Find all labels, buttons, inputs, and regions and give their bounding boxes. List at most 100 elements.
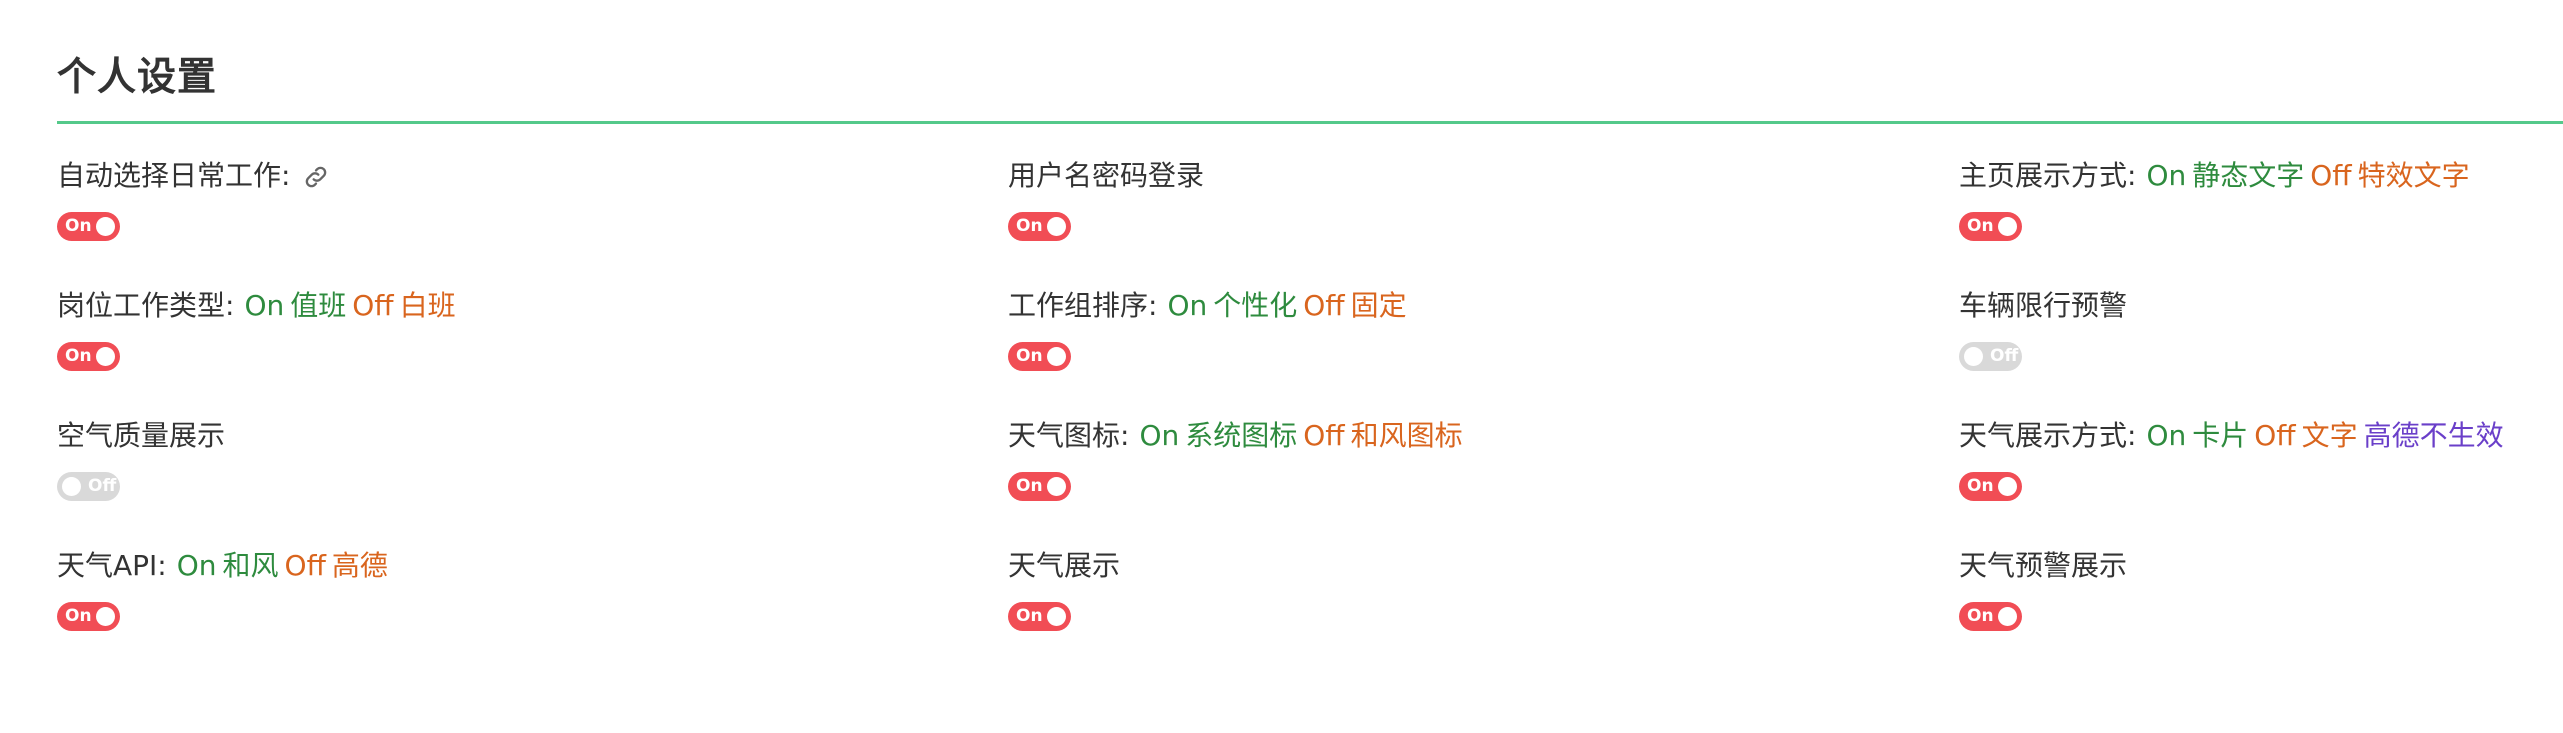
toggle-switch[interactable]: On	[1959, 472, 2022, 501]
toggle-state-text: On	[1016, 606, 1043, 626]
toggle-knob	[1047, 347, 1066, 366]
on-key: On	[176, 549, 217, 582]
setting-name: 天气展示	[1008, 549, 1121, 582]
toggle-knob	[96, 217, 115, 236]
toggle-state-text: On	[1016, 346, 1043, 366]
toggle-knob	[1964, 347, 1983, 366]
on-option-label: 静态文字	[2192, 159, 2305, 192]
setting-auto-select-daily-work: 自动选择日常工作: On	[57, 152, 1008, 282]
on-key: On	[1139, 419, 1180, 452]
setting-vehicle-restriction-alert: 车辆限行预警 Off	[1959, 282, 2563, 412]
toggle-knob	[96, 347, 115, 366]
setting-weather-display: 天气展示 On	[1008, 542, 1959, 672]
toggle-state-text: On	[1967, 216, 1994, 236]
on-option-label: 卡片	[2192, 419, 2249, 452]
setting-label: 主页展示方式: On 静态文字 Off 特效文字	[1959, 156, 2470, 196]
toggle-state-text: On	[65, 216, 92, 236]
off-option-label: 固定	[1350, 289, 1407, 322]
toggle-state-text: On	[65, 606, 92, 626]
toggle-knob	[1047, 477, 1066, 496]
link-icon[interactable]	[302, 162, 330, 190]
off-option-label: 特效文字	[2357, 159, 2470, 192]
setting-name: 用户名密码登录	[1008, 159, 1205, 192]
personal-settings-page: 个人设置 自动选择日常工作: On 用户名密码登录 On 主页展示方式: On …	[0, 0, 2563, 733]
setting-name: 天气预警展示	[1959, 549, 2128, 582]
setting-name: 天气图标:	[1008, 419, 1130, 452]
on-key: On	[244, 289, 285, 322]
setting-label: 空气质量展示	[57, 416, 229, 456]
setting-username-password-login: 用户名密码登录 On	[1008, 152, 1959, 282]
setting-weather-alert-display: 天气预警展示 On	[1959, 542, 2563, 672]
toggle-switch[interactable]: On	[1008, 472, 1071, 501]
off-key: Off	[2254, 419, 2296, 452]
toggle-knob	[1047, 607, 1066, 626]
toggle-knob	[1998, 217, 2017, 236]
setting-label: 岗位工作类型: On 值班 Off 白班	[57, 286, 456, 326]
setting-homepage-display-mode: 主页展示方式: On 静态文字 Off 特效文字 On	[1959, 152, 2563, 282]
toggle-knob	[96, 607, 115, 626]
toggle-switch[interactable]: Off	[1959, 342, 2022, 371]
setting-weather-display-mode: 天气展示方式: On 卡片 Off 文字 高德不生效 On	[1959, 412, 2563, 542]
setting-label: 天气展示	[1008, 546, 1124, 586]
toggle-state-text: Off	[1990, 346, 2019, 366]
toggle-state-text: On	[1967, 606, 1994, 626]
off-option-label: 文字	[2301, 419, 2358, 452]
setting-workgroup-sort: 工作组排序: On 个性化 Off 固定 On	[1008, 282, 1959, 412]
toggle-switch[interactable]: On	[1959, 602, 2022, 631]
off-key: Off	[352, 289, 394, 322]
setting-label: 自动选择日常工作:	[57, 156, 330, 196]
on-option-label: 和风	[222, 549, 279, 582]
on-key: On	[2146, 159, 2187, 192]
setting-label: 天气预警展示	[1959, 546, 2131, 586]
setting-name: 岗位工作类型:	[57, 289, 235, 322]
setting-label: 用户名密码登录	[1008, 156, 1208, 196]
setting-name: 工作组排序:	[1008, 289, 1158, 322]
setting-label: 车辆限行预警	[1959, 286, 2131, 326]
toggle-switch[interactable]: On	[57, 342, 120, 371]
setting-name: 天气API:	[57, 549, 167, 582]
extra-note: 高德不生效	[2363, 419, 2504, 452]
toggle-switch[interactable]: Off	[57, 472, 120, 501]
setting-name: 空气质量展示	[57, 419, 226, 452]
off-key: Off	[1303, 419, 1345, 452]
title-divider	[57, 121, 2563, 124]
toggle-state-text: On	[1016, 216, 1043, 236]
toggle-switch[interactable]: On	[57, 602, 120, 631]
setting-weather-icon: 天气图标: On 系统图标 Off 和风图标 On	[1008, 412, 1959, 542]
on-option-label: 系统图标	[1185, 419, 1298, 452]
setting-name: 自动选择日常工作:	[57, 159, 291, 192]
on-option-label: 个性化	[1213, 289, 1298, 322]
toggle-knob	[1998, 607, 2017, 626]
toggle-switch[interactable]: On	[1008, 342, 1071, 371]
on-key: On	[2146, 419, 2187, 452]
off-option-label: 和风图标	[1350, 419, 1463, 452]
setting-air-quality-display: 空气质量展示 Off	[57, 412, 1008, 542]
page-title: 个人设置	[57, 55, 218, 100]
setting-label: 工作组排序: On 个性化 Off 固定	[1008, 286, 1407, 326]
toggle-state-text: On	[1967, 476, 1994, 496]
setting-weather-api: 天气API: On 和风 Off 高德 On	[57, 542, 1008, 672]
off-option-label: 高德	[331, 549, 388, 582]
toggle-state-text: On	[1016, 476, 1043, 496]
setting-name: 车辆限行预警	[1959, 289, 2128, 322]
setting-label: 天气图标: On 系统图标 Off 和风图标	[1008, 416, 1463, 456]
toggle-state-text: Off	[88, 476, 117, 496]
settings-grid: 自动选择日常工作: On 用户名密码登录 On 主页展示方式: On 静态文字 …	[57, 152, 2563, 672]
off-option-label: 白班	[399, 289, 456, 322]
toggle-knob	[1047, 217, 1066, 236]
off-key: Off	[2310, 159, 2352, 192]
toggle-switch[interactable]: On	[1959, 212, 2022, 241]
off-key: Off	[284, 549, 326, 582]
toggle-switch[interactable]: On	[57, 212, 120, 241]
on-key: On	[1167, 289, 1208, 322]
setting-label: 天气展示方式: On 卡片 Off 文字 高德不生效	[1959, 416, 2504, 456]
setting-post-work-type: 岗位工作类型: On 值班 Off 白班 On	[57, 282, 1008, 412]
setting-label: 天气API: On 和风 Off 高德	[57, 546, 388, 586]
toggle-state-text: On	[65, 346, 92, 366]
setting-name: 天气展示方式:	[1959, 419, 2137, 452]
on-option-label: 值班	[290, 289, 347, 322]
off-key: Off	[1303, 289, 1345, 322]
toggle-switch[interactable]: On	[1008, 212, 1071, 241]
toggle-knob	[62, 477, 81, 496]
toggle-switch[interactable]: On	[1008, 602, 1071, 631]
